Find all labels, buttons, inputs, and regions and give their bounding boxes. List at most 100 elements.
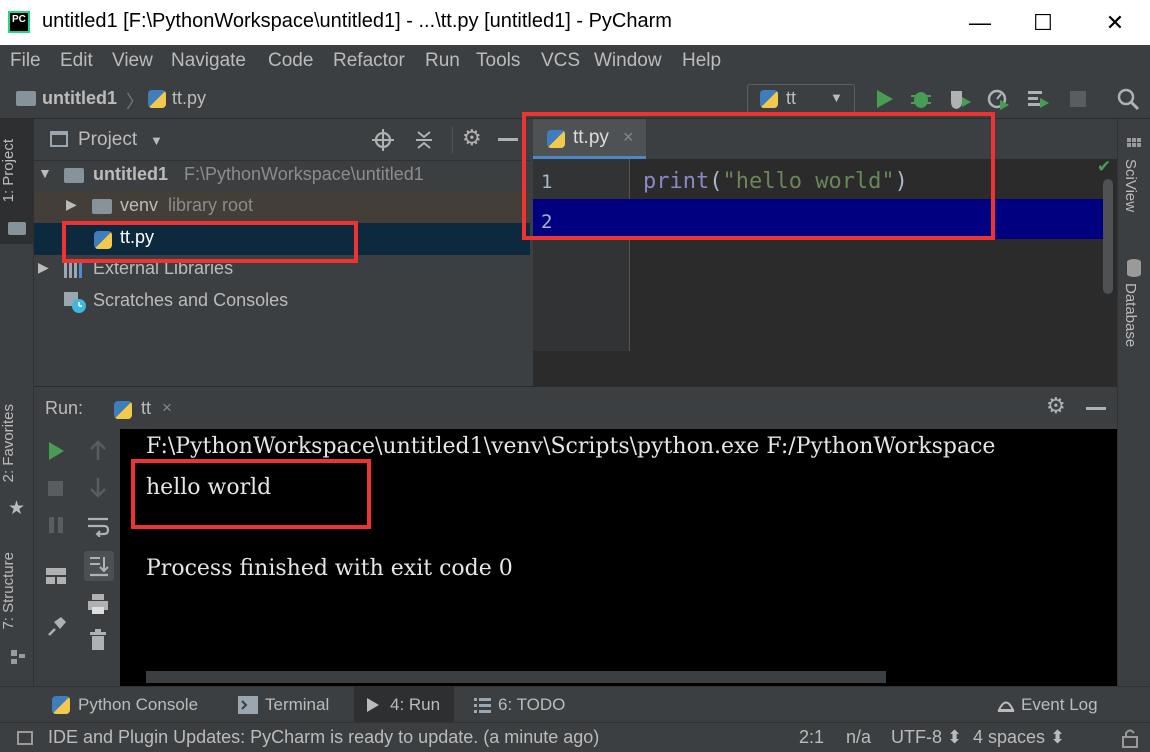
chevron-down-icon: ▼ bbox=[830, 90, 843, 105]
hide-icon[interactable] bbox=[498, 138, 518, 141]
expand-arrow-icon[interactable]: ▶ bbox=[38, 259, 49, 276]
menu-help[interactable]: Help bbox=[682, 50, 721, 72]
profile-icon[interactable] bbox=[986, 88, 1010, 110]
console-horizontal-scrollbar[interactable] bbox=[146, 671, 886, 683]
favorites-tool-tab[interactable]: 2: Favorites ★ bbox=[0, 404, 34, 524]
tool-window-toggle-icon[interactable] bbox=[17, 731, 33, 745]
python-file-icon bbox=[148, 90, 166, 108]
search-icon[interactable] bbox=[1116, 87, 1140, 111]
star-icon: ★ bbox=[8, 498, 26, 519]
folder-icon bbox=[8, 222, 26, 235]
check-icon: ✔ bbox=[1097, 157, 1112, 176]
debug-icon[interactable] bbox=[910, 88, 932, 110]
sciview-tab-label: SciView bbox=[1122, 159, 1139, 213]
project-view-icon bbox=[50, 131, 68, 147]
file-encoding[interactable]: UTF-8 ⬍ bbox=[891, 727, 962, 748]
event-log-tab[interactable]: Event Log bbox=[990, 687, 1110, 723]
gear-icon[interactable]: ⚙ bbox=[462, 125, 482, 151]
menu-file[interactable]: File bbox=[10, 50, 41, 72]
structure-tool-tab[interactable]: 7: Structure bbox=[0, 552, 34, 672]
tree-row-project-root[interactable]: ▼ untitled1 F:\PythonWorkspace\untitled1 bbox=[34, 160, 530, 192]
run-tool-tab[interactable]: 4: Run bbox=[354, 687, 454, 723]
todo-icon bbox=[474, 698, 491, 713]
maximize-button[interactable]: ☐ bbox=[1013, 0, 1073, 45]
run-config-name: tt bbox=[786, 88, 797, 108]
menu-edit[interactable]: Edit bbox=[60, 50, 93, 72]
project-tab-label: 1: Project bbox=[0, 139, 17, 203]
run-icon[interactable] bbox=[874, 89, 894, 109]
favorites-tab-label: 2: Favorites bbox=[0, 404, 17, 483]
menu-navigate[interactable]: Navigate bbox=[171, 50, 246, 72]
database-tool-tab[interactable]: Database bbox=[1118, 257, 1150, 357]
menu-view[interactable]: View bbox=[112, 50, 153, 72]
highlight-box-output bbox=[131, 459, 371, 529]
run-icon bbox=[367, 698, 379, 712]
pause-icon[interactable] bbox=[47, 516, 65, 534]
status-message[interactable]: IDE and Plugin Updates: PyCharm is ready… bbox=[48, 727, 599, 748]
minimize-button[interactable]: — bbox=[950, 0, 1010, 45]
arrow-up-icon[interactable] bbox=[88, 439, 108, 461]
soft-wrap-icon[interactable] bbox=[86, 515, 110, 537]
pin-icon[interactable] bbox=[46, 615, 66, 637]
terminal-label: Terminal bbox=[265, 695, 330, 714]
scroll-to-end-icon bbox=[90, 557, 109, 577]
caret-position[interactable]: 2:1 bbox=[799, 727, 824, 748]
menu-run[interactable]: Run bbox=[425, 50, 460, 72]
print-icon[interactable] bbox=[87, 593, 109, 615]
rerun-icon[interactable] bbox=[46, 441, 66, 461]
sciview-tool-tab[interactable]: SciView bbox=[1118, 133, 1150, 233]
run-config-selector[interactable]: tt ▼ bbox=[747, 84, 855, 114]
event-log-label: Event Log bbox=[1021, 695, 1098, 714]
sciview-icon bbox=[1127, 138, 1141, 147]
concurrency-diagram-icon[interactable] bbox=[1026, 89, 1050, 109]
run-tab-label: 4: Run bbox=[390, 695, 441, 714]
menu-refactor[interactable]: Refactor bbox=[333, 50, 405, 72]
folder-icon bbox=[16, 91, 36, 106]
run-with-coverage-icon[interactable] bbox=[948, 88, 972, 110]
expand-arrow-icon[interactable]: ▼ bbox=[38, 165, 52, 181]
stop-icon[interactable] bbox=[1070, 91, 1086, 107]
breadcrumb-project[interactable]: untitled1 bbox=[42, 88, 117, 109]
python-icon bbox=[52, 696, 70, 714]
close-tab-icon[interactable]: × bbox=[162, 398, 172, 418]
python-console-tab[interactable]: Python Console bbox=[46, 687, 218, 723]
right-tool-strip: SciView Database bbox=[1117, 119, 1150, 686]
indent-setting[interactable]: 4 spaces ⬍ bbox=[973, 727, 1065, 748]
python-icon bbox=[760, 90, 778, 108]
terminal-tab[interactable]: Terminal bbox=[232, 687, 350, 723]
menu-vcs[interactable]: VCS bbox=[541, 50, 580, 72]
locate-icon[interactable] bbox=[372, 129, 394, 151]
trash-icon[interactable] bbox=[88, 629, 108, 651]
chevron-down-icon[interactable]: ▼ bbox=[150, 133, 163, 148]
tree-item-name: Scratches and Consoles bbox=[93, 290, 289, 310]
hide-icon[interactable] bbox=[1086, 407, 1106, 410]
menu-code[interactable]: Code bbox=[268, 50, 313, 72]
run-tab-tt[interactable]: tt × bbox=[96, 393, 188, 427]
library-icon bbox=[64, 263, 82, 278]
structure-tab-label: 7: Structure bbox=[0, 552, 17, 630]
menu-bar: File Edit View Navigate Code Refactor Ru… bbox=[0, 45, 1150, 79]
breadcrumb-file[interactable]: tt.py bbox=[172, 88, 206, 109]
left-tool-strip: 1: Project 2: Favorites ★ 7: Structure bbox=[0, 119, 34, 686]
layout-icon[interactable] bbox=[45, 567, 67, 585]
close-button[interactable]: ✕ bbox=[1085, 0, 1145, 45]
expand-arrow-icon[interactable]: ▶ bbox=[66, 196, 77, 213]
tree-row-scratches[interactable]: Scratches and Consoles bbox=[34, 286, 530, 318]
run-panel-header: Run: tt × ⚙ bbox=[34, 387, 1117, 429]
collapse-all-icon[interactable] bbox=[414, 129, 434, 151]
tree-row-venv[interactable]: ▶ venv library root bbox=[34, 191, 530, 223]
editor-scrollbar[interactable] bbox=[1103, 179, 1113, 294]
run-tab-label: tt bbox=[141, 398, 152, 418]
gear-icon[interactable]: ⚙ bbox=[1046, 393, 1066, 419]
todo-tab[interactable]: 6: TODO bbox=[470, 687, 580, 723]
stop-icon[interactable] bbox=[48, 481, 63, 496]
menu-window[interactable]: Window bbox=[594, 50, 662, 72]
project-tool-tab[interactable]: 1: Project bbox=[0, 119, 34, 244]
python-icon bbox=[114, 401, 132, 419]
arrow-down-icon[interactable] bbox=[88, 477, 108, 499]
menu-tools[interactable]: Tools bbox=[476, 50, 520, 72]
project-panel-title[interactable]: Project bbox=[78, 129, 137, 151]
lock-icon[interactable] bbox=[1121, 728, 1139, 748]
scroll-to-end-button[interactable] bbox=[84, 551, 114, 581]
line-separator[interactable]: n/a bbox=[846, 727, 871, 748]
